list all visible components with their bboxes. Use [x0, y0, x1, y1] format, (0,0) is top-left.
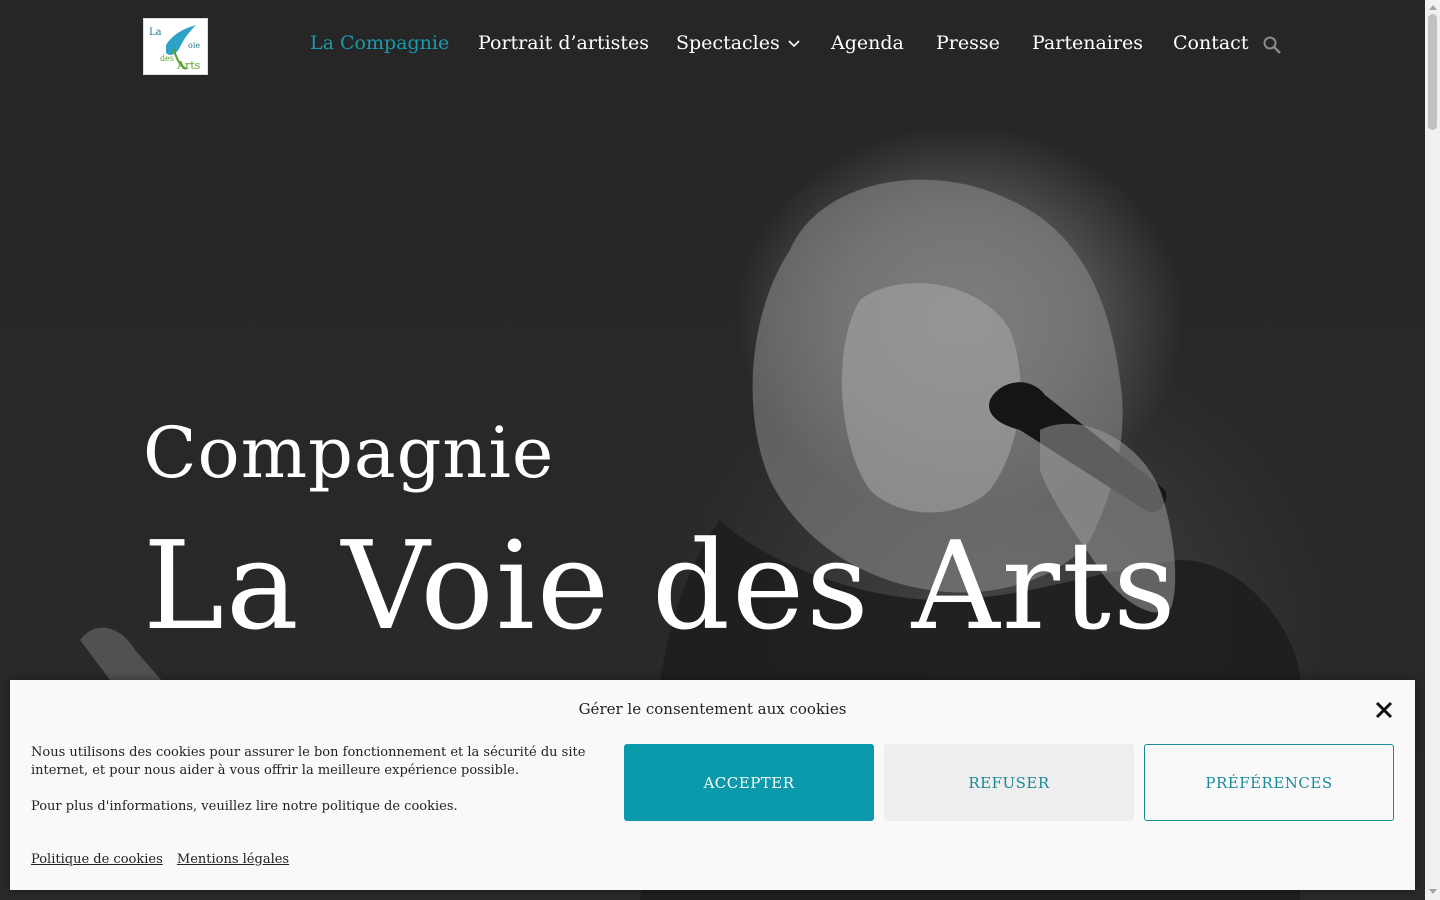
nav-item-partenaires[interactable]: Partenaires: [1032, 32, 1143, 54]
cookie-banner-title: Gérer le consentement aux cookies: [578, 700, 847, 718]
cookie-consent-banner: Gérer le consentement aux cookies Nous u…: [10, 680, 1415, 890]
legal-notice-link[interactable]: Mentions légales: [177, 852, 289, 867]
site-header: La oie des Arts La Compagnie Portrait d’…: [0, 0, 1425, 92]
logo-text-2: oie: [188, 41, 201, 50]
nav-item-agenda[interactable]: Agenda: [831, 32, 904, 54]
nav-item-la-compagnie[interactable]: La Compagnie: [310, 32, 449, 54]
preferences-button[interactable]: PRÉFÉRENCES: [1144, 744, 1394, 821]
logo-text-3: des: [160, 54, 174, 63]
nav-item-spectacles-label: Spectacles: [676, 32, 780, 54]
scroll-up-arrow-icon[interactable]: [1429, 5, 1437, 10]
cookie-text-info: Pour plus d'informations, veuillez lire …: [31, 799, 458, 814]
scroll-down-arrow-icon[interactable]: [1429, 889, 1437, 894]
logo-text-4: Arts: [177, 59, 201, 72]
accept-button[interactable]: ACCEPTER: [624, 744, 874, 821]
cookie-banner-text: Nous utilisons des cookies pour assurer …: [31, 744, 611, 816]
nav-item-presse[interactable]: Presse: [936, 32, 1000, 54]
close-icon[interactable]: [1374, 700, 1394, 720]
cookie-text-main: Nous utilisons des cookies pour assurer …: [31, 745, 586, 778]
scrollbar-thumb[interactable]: [1428, 14, 1437, 130]
hero-title: La Voie des Arts: [143, 515, 1178, 657]
site-logo[interactable]: La oie des Arts: [143, 18, 208, 75]
chevron-down-icon: [788, 40, 800, 48]
logo-text-1: La: [149, 27, 162, 38]
refuse-button[interactable]: REFUSER: [884, 744, 1134, 821]
scrollbar[interactable]: [1425, 0, 1440, 900]
search-icon[interactable]: [1262, 35, 1282, 55]
nav-item-spectacles[interactable]: Spectacles: [676, 32, 800, 54]
nav-item-contact[interactable]: Contact: [1173, 32, 1248, 54]
cookie-links: Politique de cookies Mentions légales: [31, 852, 299, 867]
nav-item-portrait-artistes[interactable]: Portrait d’artistes: [478, 32, 649, 54]
cookie-policy-link[interactable]: Politique de cookies: [31, 852, 163, 867]
hero-subtitle: Compagnie: [143, 412, 555, 494]
